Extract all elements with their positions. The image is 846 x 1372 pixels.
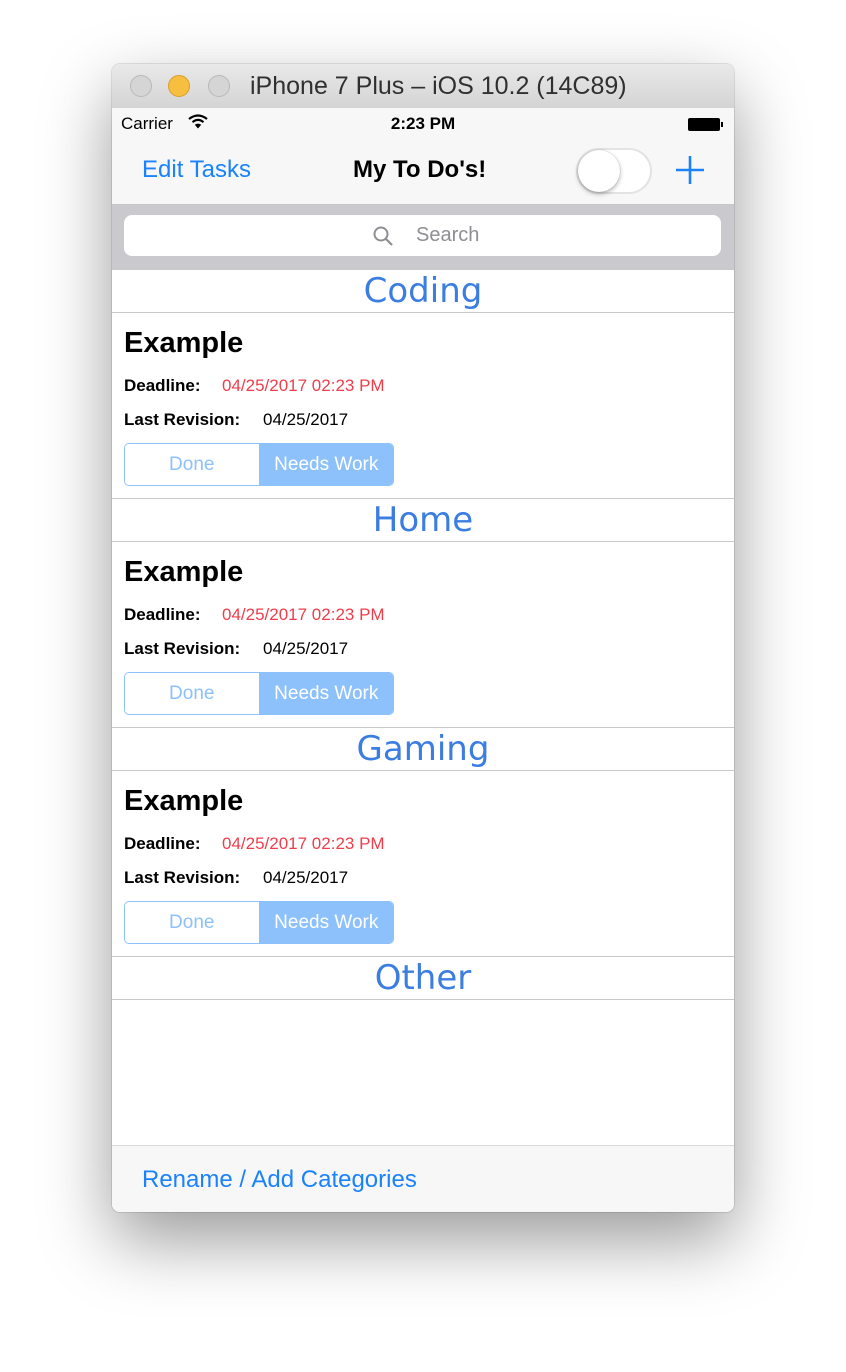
task-list: Coding Example Deadline: 04/25/2017 02:2… [112, 270, 734, 1000]
done-segment[interactable]: Done [125, 444, 260, 485]
status-segmented-control: Done Needs Work [124, 672, 394, 715]
status-segmented-control: Done Needs Work [124, 901, 394, 944]
deadline-label: Deadline: [124, 834, 201, 853]
minimize-window-button[interactable] [168, 75, 190, 97]
zoom-window-button[interactable] [208, 75, 230, 97]
needs-work-segment[interactable]: Needs Work [259, 444, 393, 485]
rename-add-categories-button[interactable]: Rename / Add Categories [142, 1166, 417, 1194]
last-revision-label: Last Revision: [124, 639, 241, 658]
deadline-label: Deadline: [124, 376, 201, 395]
task-cell[interactable]: Example Deadline: 04/25/2017 02:23 PM La… [112, 771, 734, 957]
toggle-knob [578, 150, 620, 192]
deadline-label: Deadline: [124, 605, 201, 624]
battery-icon [688, 118, 720, 131]
window-title: iPhone 7 Plus – iOS 10.2 (14C89) [250, 72, 627, 100]
task-title: Example [124, 785, 244, 817]
done-segment[interactable]: Done [125, 902, 260, 943]
section-header-home: Home [112, 499, 734, 542]
done-segment[interactable]: Done [125, 673, 260, 714]
task-cell[interactable]: Example Deadline: 04/25/2017 02:23 PM La… [112, 313, 734, 499]
close-window-button[interactable] [130, 75, 152, 97]
battery-tip [721, 122, 723, 127]
simulator-window: iPhone 7 Plus – iOS 10.2 (14C89) Carrier… [112, 64, 734, 1212]
deadline-value: 04/25/2017 02:23 PM [222, 376, 385, 395]
deadline-value: 04/25/2017 02:23 PM [222, 605, 385, 624]
status-time: 2:23 PM [390, 114, 456, 133]
last-revision-value: 04/25/2017 [263, 868, 349, 887]
window-titlebar: iPhone 7 Plus – iOS 10.2 (14C89) [112, 64, 734, 109]
last-revision-label: Last Revision: [124, 868, 241, 887]
last-revision-label: Last Revision: [124, 410, 241, 429]
navigation-bar: Edit Tasks My To Do's! [112, 138, 734, 205]
task-title: Example [124, 556, 244, 588]
status-bar: Carrier 2:23 PM [112, 108, 734, 138]
status-segmented-control: Done Needs Work [124, 443, 394, 486]
device-screen: Carrier 2:23 PM Edit Tasks My To Do's! S… [112, 108, 734, 1212]
last-revision-value: 04/25/2017 [263, 410, 349, 429]
page-title: My To Do's! [353, 156, 487, 183]
plus-icon[interactable] [674, 154, 706, 186]
task-cell[interactable]: Example Deadline: 04/25/2017 02:23 PM La… [112, 542, 734, 728]
section-header-other: Other [112, 957, 734, 1000]
bottom-toolbar: Rename / Add Categories [112, 1145, 734, 1212]
task-title: Example [124, 327, 244, 359]
nav-toggle-switch[interactable] [576, 148, 652, 194]
deadline-value: 04/25/2017 02:23 PM [222, 834, 385, 853]
search-bar: Search [112, 205, 734, 270]
needs-work-segment[interactable]: Needs Work [259, 673, 393, 714]
section-header-coding: Coding [112, 270, 734, 313]
search-placeholder: Search [416, 224, 480, 246]
search-input[interactable]: Search [124, 215, 721, 256]
last-revision-value: 04/25/2017 [263, 639, 349, 658]
needs-work-segment[interactable]: Needs Work [259, 902, 393, 943]
edit-tasks-button[interactable]: Edit Tasks [142, 156, 251, 184]
search-icon [373, 226, 393, 246]
section-header-gaming: Gaming [112, 728, 734, 771]
